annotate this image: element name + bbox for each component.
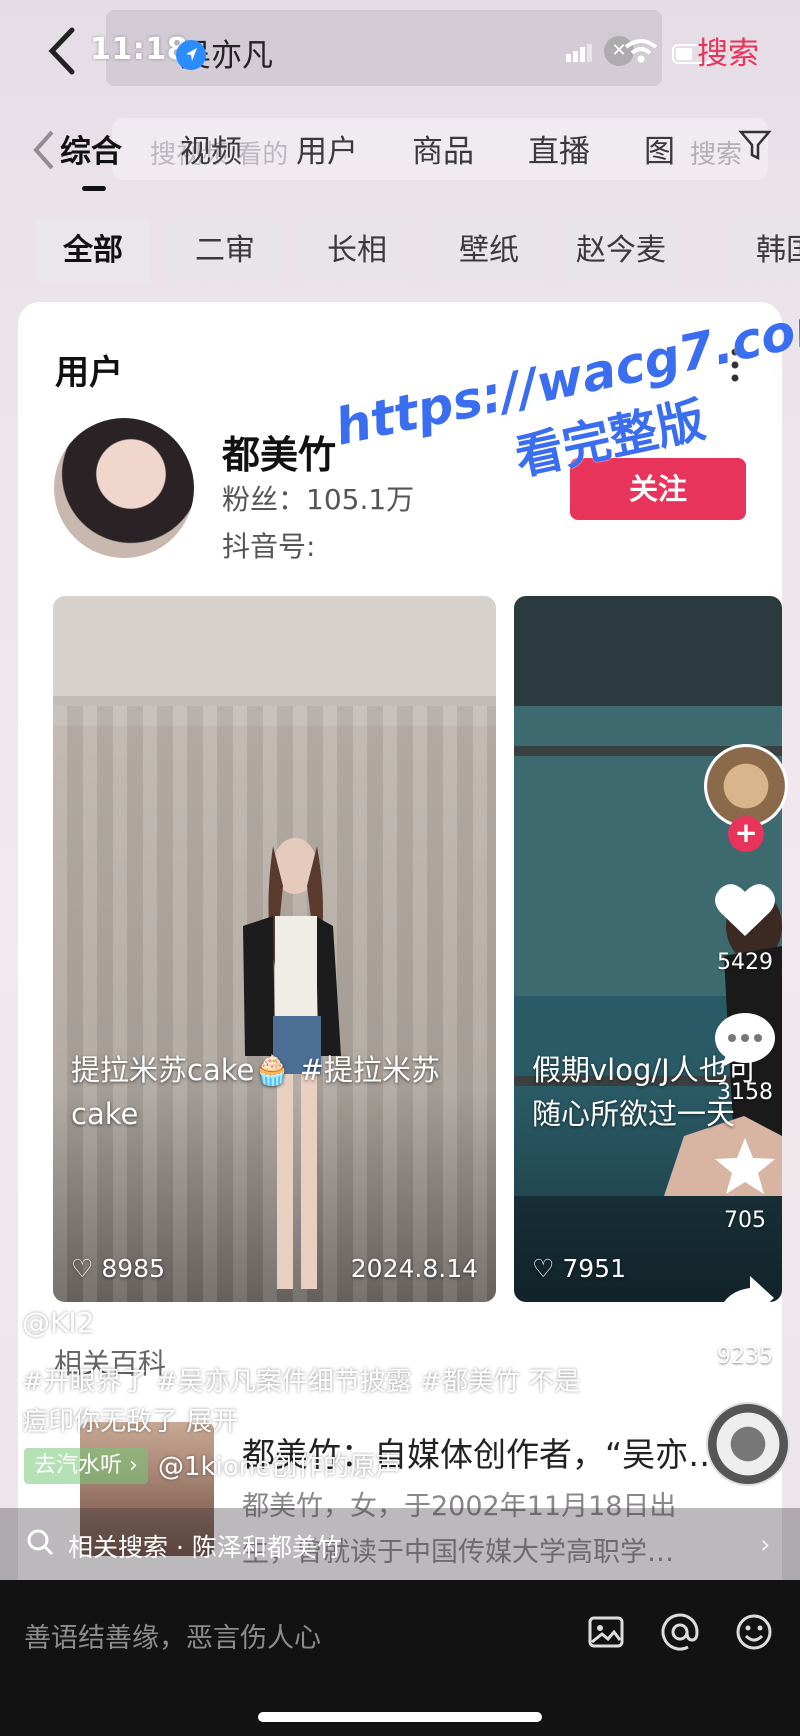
video-card[interactable]: 提拉米苏cake🧁 #提拉米苏 cake ♡ 8985 2024.8.14 [53, 596, 496, 1302]
post-author[interactable]: @KI2 [22, 1306, 94, 1339]
location-arrow-icon [176, 40, 206, 70]
tab-用户[interactable]: 用户 [296, 126, 358, 171]
tab-综合[interactable]: 综合 [60, 126, 122, 171]
user-douyin-id: 抖音号: [222, 530, 316, 563]
favorite-count: 705 [724, 1208, 766, 1233]
comment-icon[interactable] [712, 1010, 778, 1070]
post-description: #开眼界了 #吴亦凡案件细节披露 #都美竹 不是 痘印你无敌了 展开 [22, 1362, 662, 1442]
tab-indicator [82, 186, 106, 191]
overlay-search-button: 搜索 [690, 140, 743, 170]
music-disc-icon[interactable] [706, 1402, 790, 1486]
video-caption: 提拉米苏cake🧁 #提拉米苏 cake [71, 1048, 491, 1136]
comment-input[interactable]: 善语结善缘，恶言伤人心 [24, 1616, 321, 1655]
video-caption-line: 提拉米苏cake🧁 #提拉米苏 [71, 1053, 440, 1087]
heart-outline-icon: ♡ [532, 1254, 555, 1283]
tab-商品[interactable]: 商品 [412, 126, 474, 171]
video-caption-line: cake [71, 1097, 139, 1131]
video-likes: ♡ 8985 [71, 1254, 165, 1283]
section-title: 用户 [55, 353, 123, 393]
like-count: 5429 [717, 950, 773, 975]
comment-count: 3158 [717, 1080, 773, 1105]
music-credit[interactable]: @1kione创作的原声 [158, 1446, 401, 1483]
share-count: 9235 [717, 1344, 773, 1369]
tab-图[interactable]: 图 [644, 126, 675, 171]
post-time: · 20小时前 [118, 1314, 246, 1344]
chip-全部[interactable]: 全部 [36, 218, 150, 284]
emoji-icon[interactable] [734, 1612, 774, 1652]
chip-壁纸[interactable]: 壁纸 [432, 218, 546, 284]
user-name[interactable]: 都美竹 [222, 424, 336, 479]
follow-plus-icon[interactable]: + [728, 816, 764, 852]
music-app-chip[interactable]: 去汽水听 › [24, 1448, 148, 1484]
video-card[interactable]: 假期vlog/J人也可 随心所欲过一天 ♡ 7951 [514, 596, 782, 1302]
chip-长相[interactable]: 长相 [300, 218, 414, 284]
related-search-text[interactable]: 相关搜索 · 陈泽和都美竹 [68, 1528, 342, 1564]
filter-icon[interactable] [738, 128, 772, 162]
mention-at-icon[interactable] [660, 1612, 700, 1652]
image-icon[interactable] [586, 1612, 626, 1652]
video-likes: ♡ 7951 [532, 1254, 626, 1283]
tab-直播[interactable]: 直播 [528, 126, 590, 171]
wifi-icon [624, 39, 658, 63]
share-arrow-icon[interactable] [712, 1270, 778, 1330]
like-heart-icon[interactable] [712, 880, 778, 940]
video-likes-count: 8985 [101, 1254, 165, 1283]
user-fans: 粉丝：105.1万 [222, 483, 415, 516]
home-indicator [258, 1712, 542, 1722]
overlay-back-icon [33, 130, 54, 170]
favorite-star-icon[interactable] [712, 1136, 778, 1196]
user-avatar[interactable] [54, 418, 194, 558]
chip-二审[interactable]: 二审 [168, 218, 282, 284]
status-time: 11:18 [90, 32, 188, 67]
signal-icon [566, 44, 592, 62]
chip-赵今麦[interactable]: 赵今麦 [564, 218, 678, 284]
chip-韩国[interactable]: 韩国 [730, 218, 800, 284]
tab-视频[interactable]: 视频 [180, 126, 242, 171]
post-text-line[interactable]: 痘印你无敌了 展开 [22, 1402, 662, 1442]
video-likes-count: 7951 [562, 1254, 626, 1283]
heart-outline-icon: ♡ [71, 1254, 94, 1283]
search-icon [27, 1529, 54, 1556]
post-text-line: #开眼界了 #吴亦凡案件细节披露 #都美竹 不是 [22, 1367, 581, 1397]
video-date: 2024.8.14 [350, 1254, 478, 1283]
search-button[interactable]: 搜索 [697, 28, 759, 73]
chevron-right-icon[interactable]: › [760, 1530, 770, 1560]
back-arrow-icon[interactable] [44, 26, 80, 76]
